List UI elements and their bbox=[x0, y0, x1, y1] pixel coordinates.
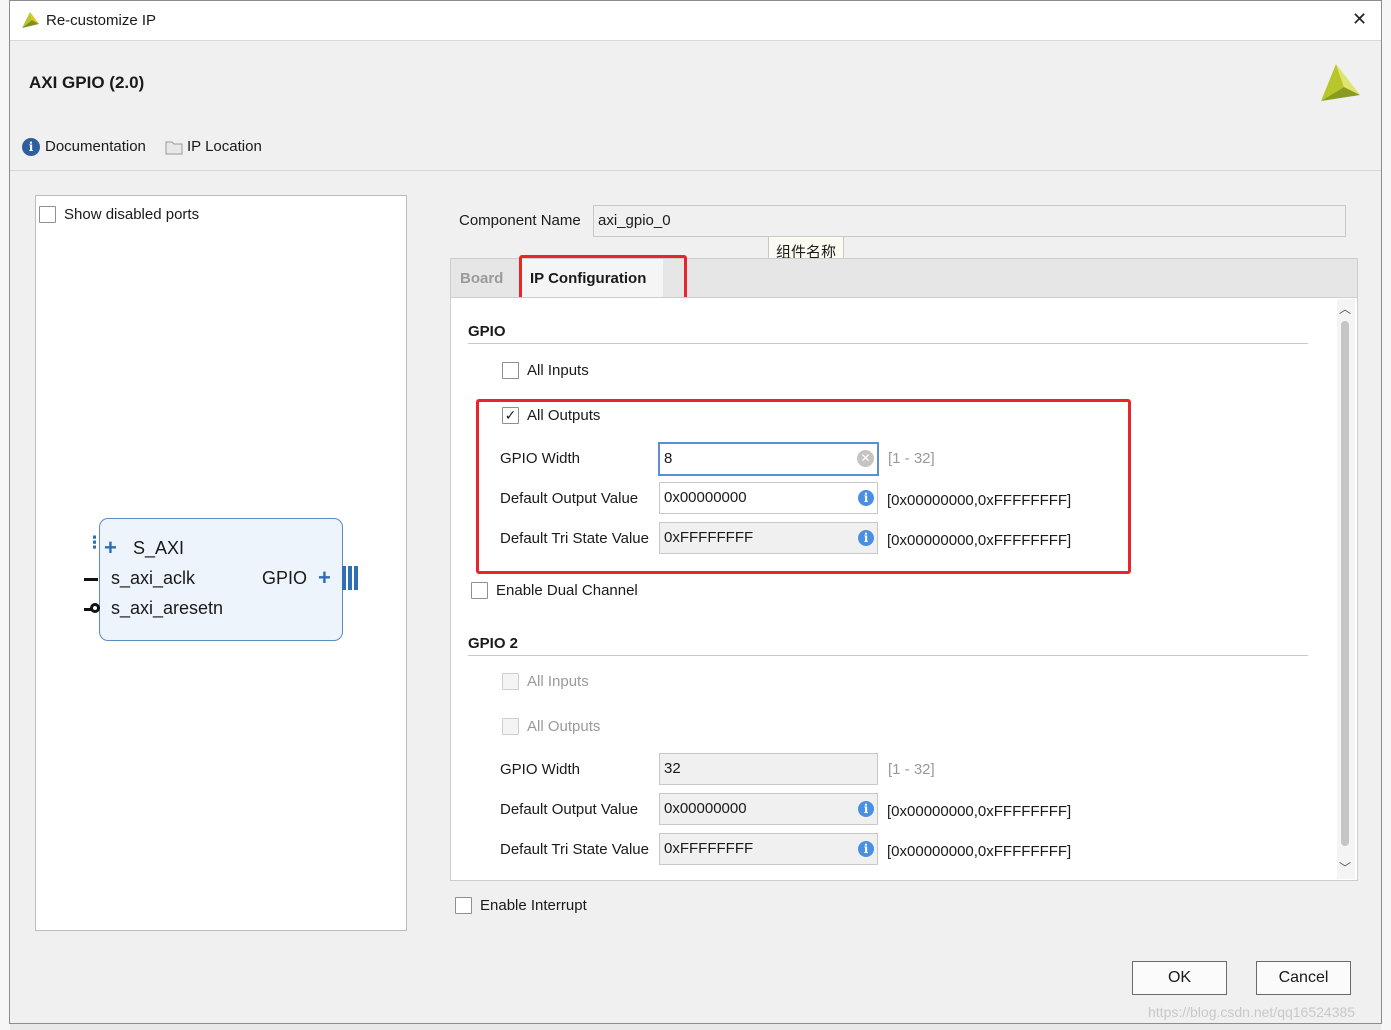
window-title: Re-customize IP bbox=[46, 12, 157, 29]
gpio2-default-output-range: [0x00000000,0xFFFFFFFF] bbox=[887, 803, 1072, 820]
gpio-section-divider bbox=[468, 343, 1308, 344]
gpio2-default-output-info-icon[interactable]: i bbox=[858, 801, 874, 817]
component-name-input[interactable]: axi_gpio_0 bbox=[593, 205, 1346, 237]
enable-dual-channel-label: Enable Dual Channel bbox=[496, 582, 638, 599]
gpio-bus-bar-1 bbox=[342, 566, 346, 590]
xilinx-logo-icon bbox=[1321, 64, 1360, 101]
folder-icon bbox=[165, 141, 183, 155]
gpio2-tri-state-info-icon[interactable]: i bbox=[858, 841, 874, 857]
gpio-section-title: GPIO bbox=[468, 323, 506, 340]
vivado-app-icon bbox=[22, 12, 39, 28]
gpio-all-inputs-checkbox[interactable] bbox=[502, 362, 519, 379]
scrollbar-thumb[interactable] bbox=[1341, 321, 1349, 846]
gpio2-tri-state-input[interactable]: 0xFFFFFFFF bbox=[659, 833, 878, 865]
gpio2-tri-state-range: [0x00000000,0xFFFFFFFF] bbox=[887, 843, 1072, 860]
gpio2-all-inputs-label: All Inputs bbox=[527, 673, 589, 690]
symbol-panel: Show disabled ports ⋮ + S_AXI s_axi_aclk… bbox=[35, 195, 407, 931]
gpio2-width-label: GPIO Width bbox=[500, 761, 581, 778]
enable-dual-channel-checkbox[interactable] bbox=[471, 582, 488, 599]
ip-location-link[interactable]: IP Location bbox=[187, 138, 262, 155]
port-s-axi-aresetn: s_axi_aresetn bbox=[111, 598, 224, 618]
gpio2-default-output-label: Default Output Value bbox=[500, 801, 639, 818]
gpio-bus-bar-3 bbox=[354, 566, 358, 590]
background-right-edge bbox=[1381, 0, 1391, 1030]
gpio2-width-input[interactable]: 32 bbox=[659, 753, 878, 785]
gpio-outputs-highlight-box bbox=[476, 399, 1131, 574]
gpio2-all-outputs-label: All Outputs bbox=[527, 718, 601, 735]
tab-highlight-box bbox=[519, 255, 687, 301]
enable-interrupt-label: Enable Interrupt bbox=[480, 897, 587, 914]
port-s-axi-aclk: s_axi_aclk bbox=[111, 568, 196, 588]
ip-name-heading: AXI GPIO (2.0) bbox=[29, 73, 145, 92]
bus-handle-icon: ⋮ bbox=[86, 533, 103, 552]
gpio-bus-bar-2 bbox=[348, 566, 352, 590]
show-disabled-ports-label: Show disabled ports bbox=[64, 206, 200, 223]
ok-button[interactable]: OK bbox=[1132, 961, 1227, 995]
close-icon[interactable]: ✕ bbox=[1352, 9, 1367, 30]
header-divider bbox=[10, 170, 1381, 171]
show-disabled-ports-checkbox[interactable] bbox=[39, 206, 56, 223]
title-bar: Re-customize IP ✕ bbox=[10, 1, 1381, 41]
gpio2-section-title: GPIO 2 bbox=[468, 635, 519, 652]
expand-gpio-icon[interactable]: + bbox=[318, 565, 331, 591]
watermark-text: https://blog.csdn.net/qq16524385 bbox=[1148, 1004, 1356, 1020]
gpio2-width-range: [1 - 32] bbox=[888, 761, 935, 778]
component-name-label: Component Name bbox=[459, 212, 581, 229]
documentation-info-icon: i bbox=[22, 138, 40, 156]
reset-port-bubble bbox=[90, 603, 100, 613]
port-s-axi: S_AXI bbox=[133, 538, 185, 558]
gpio2-default-output-input[interactable]: 0x00000000 bbox=[659, 793, 878, 825]
scroll-down-icon[interactable]: ﹀ bbox=[1339, 859, 1351, 876]
enable-interrupt-checkbox[interactable] bbox=[455, 897, 472, 914]
cancel-button[interactable]: Cancel bbox=[1256, 961, 1351, 995]
gpio2-all-outputs-checkbox[interactable] bbox=[502, 718, 519, 735]
gpio-all-inputs-label: All Inputs bbox=[527, 362, 589, 379]
clock-port-line bbox=[84, 578, 98, 581]
port-gpio: GPIO bbox=[262, 568, 308, 588]
expand-saxi-icon[interactable]: + bbox=[104, 535, 117, 561]
gpio2-all-inputs-checkbox[interactable] bbox=[502, 673, 519, 690]
gpio2-section-divider bbox=[468, 655, 1308, 656]
gpio2-tri-state-label: Default Tri State Value bbox=[500, 841, 649, 858]
documentation-link[interactable]: Documentation bbox=[45, 138, 146, 155]
scroll-up-icon[interactable]: ︿ bbox=[1339, 300, 1351, 317]
dialog-window: Re-customize IP ✕ AXI GPIO (2.0) i Docum… bbox=[9, 0, 1382, 1024]
tab-board[interactable]: Board bbox=[460, 270, 503, 287]
